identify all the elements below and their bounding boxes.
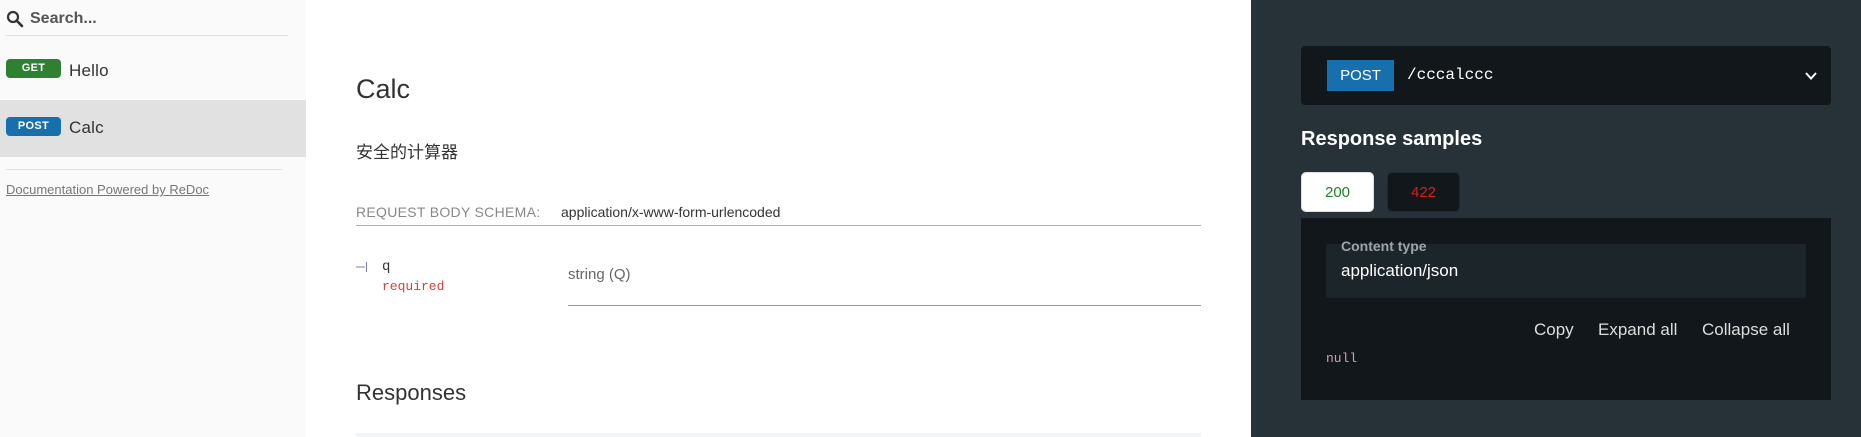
chevron-down-icon[interactable] [1803, 68, 1819, 84]
operation-description: 安全的计算器 [356, 143, 458, 163]
tree-branch-icon [356, 262, 367, 272]
endpoint-toggle[interactable]: POST /cccalccc [1301, 46, 1831, 105]
request-body-schema: REQUEST BODY SCHEMA: application/x-www-f… [356, 204, 1201, 226]
expand-all-button[interactable]: Expand all [1598, 320, 1677, 340]
content-type-label: Content type [1341, 238, 1427, 254]
collapse-all-button[interactable]: Collapse all [1702, 320, 1790, 340]
get-badge: GET [6, 59, 61, 78]
sidebar-item-label: Hello [69, 61, 109, 80]
content-type-selector[interactable]: Content type application/json [1326, 238, 1806, 298]
sidebar-item-label: Calc [69, 118, 104, 137]
response-sample-panel: Content type application/json Copy Expan… [1301, 218, 1831, 400]
powered-by-link[interactable]: Documentation Powered by ReDoc [6, 182, 209, 197]
copy-button[interactable]: Copy [1534, 320, 1574, 340]
param-name: q [382, 259, 391, 275]
search-icon [6, 10, 24, 28]
param-details: string (Q) [568, 264, 1201, 306]
right-panel: POST /cccalccc Response samples 200 422 … [1251, 0, 1861, 437]
responses-divider [356, 433, 1201, 437]
sample-json-body: null [1326, 351, 1358, 366]
content-type-value: application/json [1341, 261, 1459, 280]
search-input[interactable] [30, 6, 280, 32]
endpoint-path: /cccalccc [1407, 66, 1494, 84]
post-badge: POST [6, 117, 61, 136]
operation-title: Calc [356, 74, 411, 104]
request-body-content-type: application/x-www-form-urlencoded [561, 204, 781, 220]
sidebar-item-hello[interactable]: GET Hello [0, 41, 306, 98]
param-required: required [382, 279, 445, 294]
tab-response-422[interactable]: 422 [1387, 172, 1460, 212]
sidebar: GET Hello POST Calc Documentation Powere… [0, 0, 306, 437]
sidebar-item-calc[interactable]: POST Calc [0, 100, 306, 157]
response-samples-title: Response samples [1301, 128, 1483, 150]
search-box [6, 0, 288, 36]
responses-title: Responses [356, 380, 467, 405]
request-body-label: REQUEST BODY SCHEMA: [356, 204, 541, 220]
tab-response-200[interactable]: 200 [1301, 172, 1374, 212]
param-type: string (Q) [568, 266, 631, 283]
operation-content: Calc 安全的计算器 REQUEST BODY SCHEMA: applica… [306, 0, 1251, 437]
endpoint-method-badge: POST [1327, 60, 1394, 91]
sidebar-divider [6, 169, 282, 170]
